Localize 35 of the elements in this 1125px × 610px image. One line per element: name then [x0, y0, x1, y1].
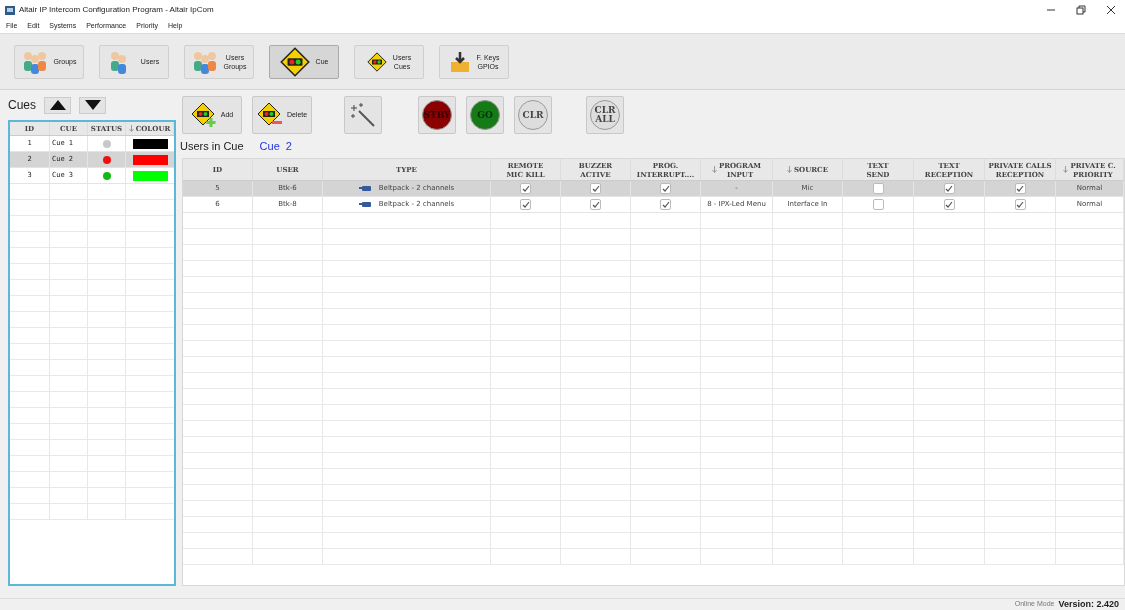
restore-icon[interactable] [1076, 5, 1086, 15]
magic-wand-button[interactable] [344, 96, 382, 134]
up-triangle-icon [49, 100, 66, 110]
close-icon[interactable] [1106, 5, 1116, 15]
cue-sign-icon [279, 46, 310, 77]
cue-remove-icon [256, 102, 283, 128]
checkbox[interactable] [872, 183, 884, 194]
window-title: Altair IP Intercom Configuration Program - Altair IpCom [19, 4, 214, 16]
move-up-button[interactable] [44, 96, 71, 114]
checkbox[interactable] [1014, 183, 1026, 194]
beltpack-icon [358, 201, 371, 208]
checkbox[interactable] [943, 199, 955, 210]
checkbox[interactable] [520, 199, 531, 210]
clr-button[interactable]: CLR [514, 96, 552, 134]
cue-sign-icon [366, 51, 387, 72]
section-title: Users in Cue [180, 138, 244, 154]
checkbox[interactable] [660, 183, 671, 194]
checkbox[interactable] [520, 183, 531, 194]
checkbox[interactable] [590, 199, 601, 210]
move-down-button[interactable] [79, 96, 106, 114]
checkbox[interactable] [660, 199, 671, 210]
app-icon [5, 5, 15, 15]
version-label: Version: 2.420 [1058, 597, 1119, 610]
beltpack-icon [358, 185, 371, 192]
checkbox[interactable] [590, 183, 601, 194]
cue-add-icon [190, 102, 217, 128]
magic-wand-icon [350, 102, 376, 128]
cues-title: Cues [8, 97, 36, 114]
checkbox[interactable] [872, 199, 884, 210]
clrall-button[interactable]: CLR ALL [586, 96, 624, 134]
tray-arrow-icon [448, 49, 471, 74]
down-triangle-icon [84, 100, 101, 110]
cue-name: Cue 2 [259, 138, 292, 154]
checkbox[interactable] [1014, 199, 1026, 210]
checkbox[interactable] [943, 183, 955, 194]
